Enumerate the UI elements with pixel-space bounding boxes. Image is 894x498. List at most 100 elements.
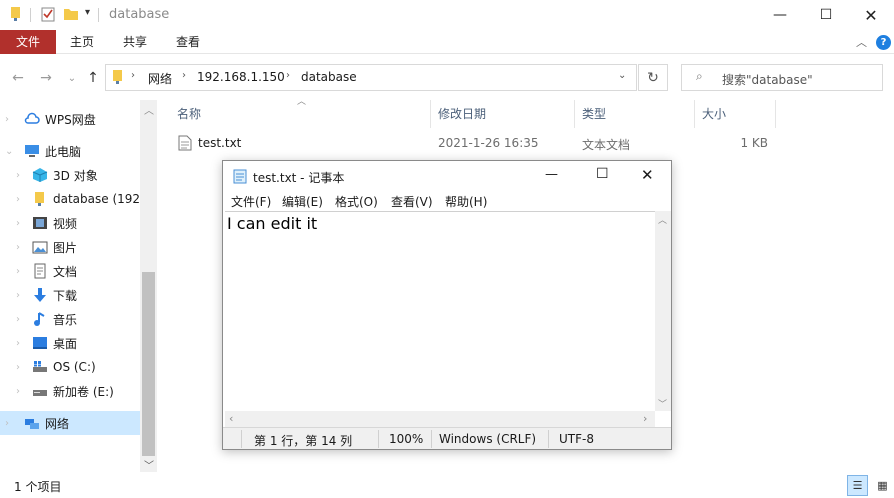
sidebar-item-videos[interactable]: › 视频 xyxy=(0,211,140,235)
close-icon[interactable]: ✕ xyxy=(848,0,894,30)
chevron-right-icon[interactable]: › xyxy=(131,70,135,81)
ribbon: 文件 主页 共享 查看 ︿ ? xyxy=(0,30,894,54)
encoding: UTF-8 xyxy=(559,432,594,446)
address-bar[interactable]: › 网络 › 192.168.1.150 › database ⌄ xyxy=(105,64,637,91)
chevron-down-icon[interactable]: ⌄ xyxy=(618,70,626,81)
column-header-modified[interactable]: 修改日期 xyxy=(438,104,486,124)
sidebar-item-pictures[interactable]: › 图片 xyxy=(0,235,140,259)
sidebar-item-this-pc[interactable]: ⌄ 此电脑 xyxy=(0,139,140,163)
scroll-up-icon[interactable]: ︿ xyxy=(658,213,667,226)
chevron-right-icon[interactable]: › xyxy=(5,418,9,429)
minimize-icon[interactable]: — xyxy=(545,167,558,182)
sidebar-item-downloads[interactable]: › 下载 xyxy=(0,283,140,307)
chevron-right-icon[interactable]: › xyxy=(16,386,20,397)
network-folder-icon xyxy=(32,191,48,207)
chevron-right-icon[interactable]: › xyxy=(16,338,20,349)
column-header-name[interactable]: 名称 xyxy=(177,104,201,124)
refresh-icon[interactable]: ↻ xyxy=(638,64,668,91)
sidebar-item-drive-c[interactable]: › OS (C:) xyxy=(0,355,140,379)
table-row[interactable]: test.txt 2021-1-26 16:35 文本文档 1 KB xyxy=(172,132,776,154)
chevron-down-icon[interactable]: ︿ xyxy=(856,34,867,50)
column-divider[interactable] xyxy=(574,100,575,128)
customize-toolbar-icon[interactable]: ▾ xyxy=(85,7,90,18)
tab-view[interactable]: 查看 xyxy=(164,30,212,54)
chevron-right-icon[interactable]: › xyxy=(16,362,20,373)
computer-icon xyxy=(24,143,40,159)
chevron-right-icon[interactable]: › xyxy=(16,194,20,205)
breadcrumb-database[interactable]: database xyxy=(301,70,357,84)
sidebar-item-label: 下载 xyxy=(53,288,78,303)
forward-arrow-icon[interactable]: → xyxy=(36,68,56,88)
chevron-right-icon[interactable]: › xyxy=(16,266,20,277)
sidebar-item-wps-cloud[interactable]: › WPS网盘 xyxy=(0,107,140,131)
back-arrow-icon[interactable]: ← xyxy=(8,68,28,88)
notepad-menu-bar: 文件(F) 编辑(E) 格式(O) 查看(V) 帮助(H) xyxy=(223,191,671,211)
notepad-horizontal-scrollbar[interactable]: ‹ › xyxy=(225,411,655,427)
tab-file[interactable]: 文件 xyxy=(0,30,56,54)
scroll-down-icon[interactable]: ﹀ xyxy=(658,397,667,410)
menu-view[interactable]: 查看(V) xyxy=(391,193,433,210)
maximize-icon[interactable]: ☐ xyxy=(596,166,609,182)
menu-edit[interactable]: 编辑(E) xyxy=(282,193,323,210)
minimize-icon[interactable]: — xyxy=(757,0,803,30)
sidebar-item-desktop[interactable]: › 桌面 xyxy=(0,331,140,355)
details-view-icon[interactable]: ☰ xyxy=(847,475,868,496)
chevron-right-icon[interactable]: › xyxy=(16,218,20,229)
maximize-icon[interactable]: ☐ xyxy=(803,0,849,30)
scroll-down-icon[interactable]: ﹀ xyxy=(144,457,154,472)
chevron-right-icon[interactable]: › xyxy=(182,70,186,81)
chevron-right-icon[interactable]: › xyxy=(16,170,20,181)
menu-file[interactable]: 文件(F) xyxy=(231,193,271,210)
column-divider[interactable] xyxy=(430,100,431,128)
sidebar-item-drive-e[interactable]: › 新加卷 (E:) xyxy=(0,379,140,403)
divider xyxy=(548,430,549,448)
recent-locations-icon[interactable]: ⌄ xyxy=(62,68,82,88)
scroll-up-icon[interactable]: ︿ xyxy=(144,102,154,117)
tab-home[interactable]: 主页 xyxy=(58,30,106,54)
menu-help[interactable]: 帮助(H) xyxy=(445,193,487,210)
notepad-vertical-scrollbar[interactable]: ︿ ﹀ xyxy=(655,211,671,411)
properties-icon[interactable] xyxy=(40,6,56,22)
large-icons-view-icon[interactable]: ▦ xyxy=(872,475,893,496)
column-divider[interactable] xyxy=(694,100,695,128)
chevron-right-icon[interactable]: › xyxy=(286,70,290,81)
window-title: database xyxy=(109,7,170,22)
close-icon[interactable]: ✕ xyxy=(641,166,654,184)
search-placeholder: 搜索"database" xyxy=(722,73,813,87)
sidebar-item-3d-objects[interactable]: › 3D 对象 xyxy=(0,163,140,187)
help-icon[interactable]: ? xyxy=(876,35,891,50)
sidebar-item-database[interactable]: › database (192. xyxy=(0,187,140,211)
column-header-type[interactable]: 类型 xyxy=(582,104,606,124)
sidebar-item-music[interactable]: › 音乐 xyxy=(0,307,140,331)
search-box[interactable]: ⌕ 搜索"database" xyxy=(681,64,883,91)
sidebar-item-network[interactable]: › 网络 xyxy=(0,411,140,435)
notepad-text-area[interactable]: I can edit it xyxy=(225,211,657,411)
sidebar-item-documents[interactable]: › 文档 xyxy=(0,259,140,283)
sidebar-item-label: 视频 xyxy=(53,216,78,231)
scroll-right-icon[interactable]: › xyxy=(643,412,647,425)
zoom-level: 100% xyxy=(389,432,424,446)
sidebar-item-label: 3D 对象 xyxy=(53,168,98,183)
chevron-right-icon[interactable]: › xyxy=(5,114,9,125)
search-icon: ⌕ xyxy=(696,69,703,83)
breadcrumb-network[interactable]: 网络 xyxy=(148,70,172,87)
chevron-right-icon[interactable]: › xyxy=(16,314,20,325)
column-divider[interactable] xyxy=(775,100,776,128)
breadcrumb-host[interactable]: 192.168.1.150 xyxy=(197,70,285,84)
chevron-right-icon[interactable]: › xyxy=(16,290,20,301)
new-folder-icon[interactable] xyxy=(63,6,79,22)
scrollbar-thumb[interactable] xyxy=(142,272,155,456)
sidebar-scrollbar[interactable]: ︿ ﹀ xyxy=(140,100,157,472)
navigation-bar: ← → ⌄ ↑ › 网络 › 192.168.1.150 › database … xyxy=(0,62,894,94)
status-bar: 1 个项目 ☰ ▦ xyxy=(0,474,894,498)
network-folder-icon xyxy=(111,69,125,88)
chevron-down-icon[interactable]: ⌄ xyxy=(5,146,13,157)
scroll-left-icon[interactable]: ‹ xyxy=(229,412,233,425)
folder-pin-icon[interactable] xyxy=(8,6,24,22)
up-arrow-icon[interactable]: ↑ xyxy=(83,68,103,88)
menu-format[interactable]: 格式(O) xyxy=(335,193,378,210)
text-file-icon xyxy=(178,135,192,154)
column-header-size[interactable]: 大小 xyxy=(702,104,726,124)
tab-share[interactable]: 共享 xyxy=(111,30,159,54)
chevron-right-icon[interactable]: › xyxy=(16,242,20,253)
